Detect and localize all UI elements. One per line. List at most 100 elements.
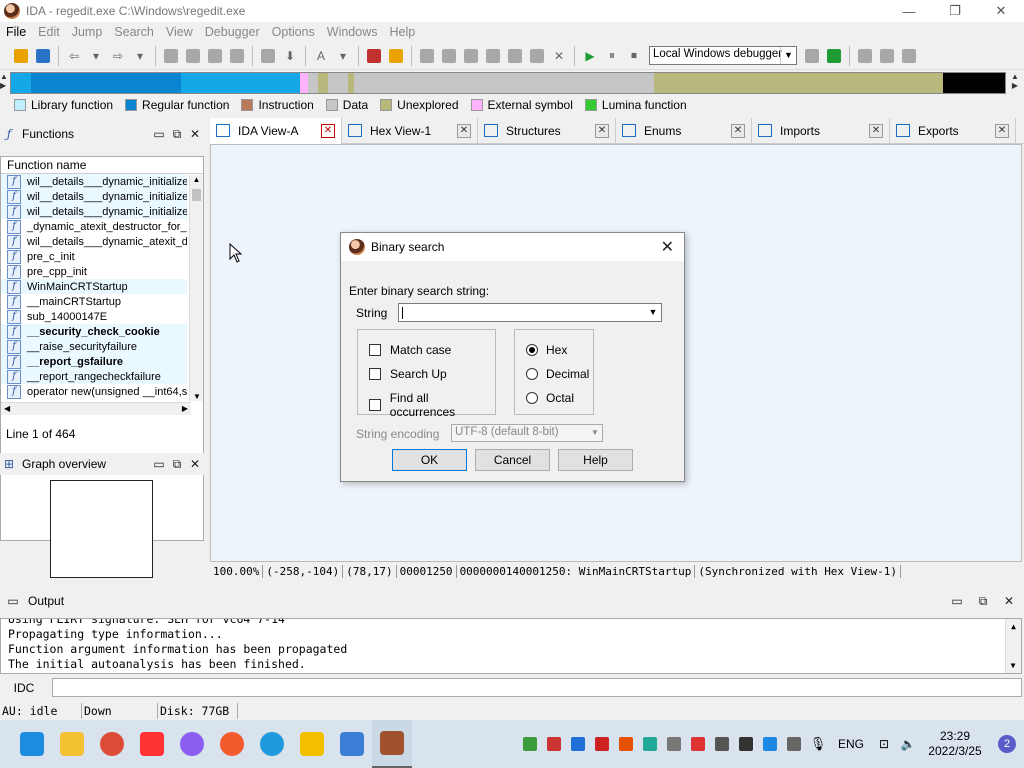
radio-circle[interactable] xyxy=(526,392,538,404)
taskbar-edge-icon[interactable] xyxy=(252,720,292,768)
radio-circle[interactable] xyxy=(526,368,538,380)
function-row[interactable]: f __report_gsfailure xyxy=(1,354,187,369)
cancel-button[interactable]: Cancel xyxy=(475,449,550,471)
ok-button[interactable]: OK xyxy=(392,449,467,471)
close-tab-icon[interactable]: ✕ xyxy=(995,123,1009,138)
debugger-select[interactable]: Local Windows debugger ▼ xyxy=(649,46,797,65)
notification-badge[interactable]: 2 xyxy=(998,735,1016,753)
text-dropdown-icon[interactable]: ▾ xyxy=(334,47,352,65)
maximize-panel-icon[interactable]: ▭ xyxy=(150,455,168,473)
graph-overview-canvas[interactable] xyxy=(50,480,153,578)
down-arrow-icon[interactable]: ⬇ xyxy=(281,47,299,65)
function-row[interactable]: f wil__details___dynamic_initializer xyxy=(1,204,187,219)
attach-icon[interactable] xyxy=(878,47,896,65)
function-row[interactable]: f __raise_securityfailure xyxy=(1,339,187,354)
open-icon[interactable] xyxy=(12,47,30,65)
nav-left-arrow-icon[interactable]: ▲ ▶ xyxy=(0,72,10,94)
menu-jump[interactable]: Jump xyxy=(66,25,109,39)
close-icon[interactable]: ✕ xyxy=(661,237,674,257)
tab-hex-view-1[interactable]: Hex View-1 ✕ xyxy=(342,117,478,144)
maximize-button[interactable]: ❐ xyxy=(932,0,978,22)
checkbox-box[interactable] xyxy=(369,399,381,411)
functions-horizontal-scrollbar[interactable]: ◀ ▶ xyxy=(1,402,191,415)
minimize-button[interactable]: — xyxy=(886,0,932,22)
tray-app-icon[interactable] xyxy=(663,736,685,752)
tray-app-icon[interactable] xyxy=(783,736,805,752)
tray-app-icon[interactable] xyxy=(687,736,709,752)
tab-structures[interactable]: Structures ✕ xyxy=(478,117,616,144)
idc-language-button[interactable]: IDC xyxy=(0,678,48,698)
microphone-icon[interactable]: 🎙 xyxy=(807,736,829,752)
checkbox-match-case[interactable]: Match case xyxy=(369,343,451,357)
taskbar-browser-icon[interactable] xyxy=(212,720,252,768)
tray-app-icon[interactable] xyxy=(543,736,565,752)
close-panel-icon[interactable]: ✕ xyxy=(186,125,204,143)
menu-search[interactable]: Search xyxy=(108,25,160,39)
warning-icon[interactable] xyxy=(365,47,383,65)
clock[interactable]: 23:29 2022/3/25 xyxy=(920,729,990,759)
taskbar-yandex-icon[interactable] xyxy=(132,720,172,768)
close-tab-icon[interactable]: ✕ xyxy=(321,123,335,138)
tab-imports[interactable]: Imports ✕ xyxy=(752,117,890,144)
function-row[interactable]: f __report_rangecheckfailure xyxy=(1,369,187,384)
tray-app-icon[interactable] xyxy=(759,736,781,752)
tray-app-icon[interactable] xyxy=(615,736,637,752)
function-icon[interactable] xyxy=(506,47,524,65)
close-tab-icon[interactable]: ✕ xyxy=(595,123,609,138)
close-panel-icon[interactable]: ✕ xyxy=(186,455,204,473)
back-dropdown-icon[interactable]: ▾ xyxy=(87,47,105,65)
function-row[interactable]: f __mainCRTStartup xyxy=(1,294,187,309)
help-button[interactable]: Help xyxy=(558,449,633,471)
taskbar-alice-icon[interactable] xyxy=(172,720,212,768)
network-icon[interactable]: ⊡ xyxy=(873,736,895,752)
undefine-icon[interactable]: ✕ xyxy=(550,47,568,65)
input-language[interactable]: ENG xyxy=(838,737,864,751)
float-panel-icon[interactable]: ⧉ xyxy=(168,125,186,143)
function-row[interactable]: f wil__details___dynamic_initializer xyxy=(1,189,187,204)
maximize-panel-icon[interactable]: ▭ xyxy=(948,592,966,610)
command-input[interactable] xyxy=(52,678,1022,697)
taskbar-chrome-icon[interactable] xyxy=(92,720,132,768)
save-icon[interactable] xyxy=(34,47,52,65)
search-next-icon[interactable] xyxy=(228,47,246,65)
text-search-icon[interactable] xyxy=(184,47,202,65)
function-row[interactable]: f pre_cpp_init xyxy=(1,264,187,279)
taskbar-explorer-icon[interactable] xyxy=(52,720,92,768)
tray-app-icon[interactable] xyxy=(735,736,757,752)
menu-edit[interactable]: Edit xyxy=(32,25,66,39)
stop-icon[interactable]: ⏹ xyxy=(625,47,643,65)
detach-icon[interactable] xyxy=(900,47,918,65)
play-icon[interactable]: ▶ xyxy=(581,47,599,65)
tab-ida-view-a[interactable]: IDA View-A ✕ xyxy=(210,117,342,144)
function-row[interactable]: f operator new(unsigned __int64,s xyxy=(1,384,187,399)
radio-hex[interactable]: Hex xyxy=(526,343,567,357)
volume-icon[interactable]: 🔈 xyxy=(897,736,919,752)
maximize-panel-icon[interactable]: ▭ xyxy=(150,125,168,143)
tray-app-icon[interactable] xyxy=(639,736,661,752)
radio-decimal[interactable]: Decimal xyxy=(526,367,589,381)
edit-icon[interactable] xyxy=(528,47,546,65)
struct-icon[interactable] xyxy=(484,47,502,65)
close-tab-icon[interactable]: ✕ xyxy=(457,123,471,138)
text-icon[interactable]: A xyxy=(312,47,330,65)
binary-search-icon[interactable] xyxy=(162,47,180,65)
function-row[interactable]: f pre_c_init xyxy=(1,249,187,264)
functions-vertical-scrollbar[interactable]: ▲ ▼ xyxy=(189,175,203,401)
function-row[interactable]: f wil__details___dynamic_initializer xyxy=(1,174,187,189)
nav-right-arrow-icon[interactable]: ▲ ▶ xyxy=(1006,72,1024,94)
taskbar-start-icon[interactable] xyxy=(12,720,52,768)
new-instance-icon[interactable] xyxy=(856,47,874,65)
taskbar-notepad-icon[interactable] xyxy=(332,720,372,768)
tray-app-icon[interactable] xyxy=(567,736,589,752)
array-icon[interactable] xyxy=(462,47,480,65)
function-name-column-header[interactable]: Function name xyxy=(1,157,203,174)
forward-dropdown-icon[interactable]: ▾ xyxy=(131,47,149,65)
refresh-icon[interactable] xyxy=(825,47,843,65)
checkbox-box[interactable] xyxy=(369,344,381,356)
float-panel-icon[interactable]: ⧉ xyxy=(974,592,992,610)
close-button[interactable]: ✕ xyxy=(978,0,1024,22)
search-string-input[interactable]: ▼ xyxy=(398,303,662,322)
menu-debugger[interactable]: Debugger xyxy=(199,25,266,39)
function-row[interactable]: f WinMainCRTStartup xyxy=(1,279,187,294)
chevron-down-icon[interactable]: ▼ xyxy=(645,304,661,321)
